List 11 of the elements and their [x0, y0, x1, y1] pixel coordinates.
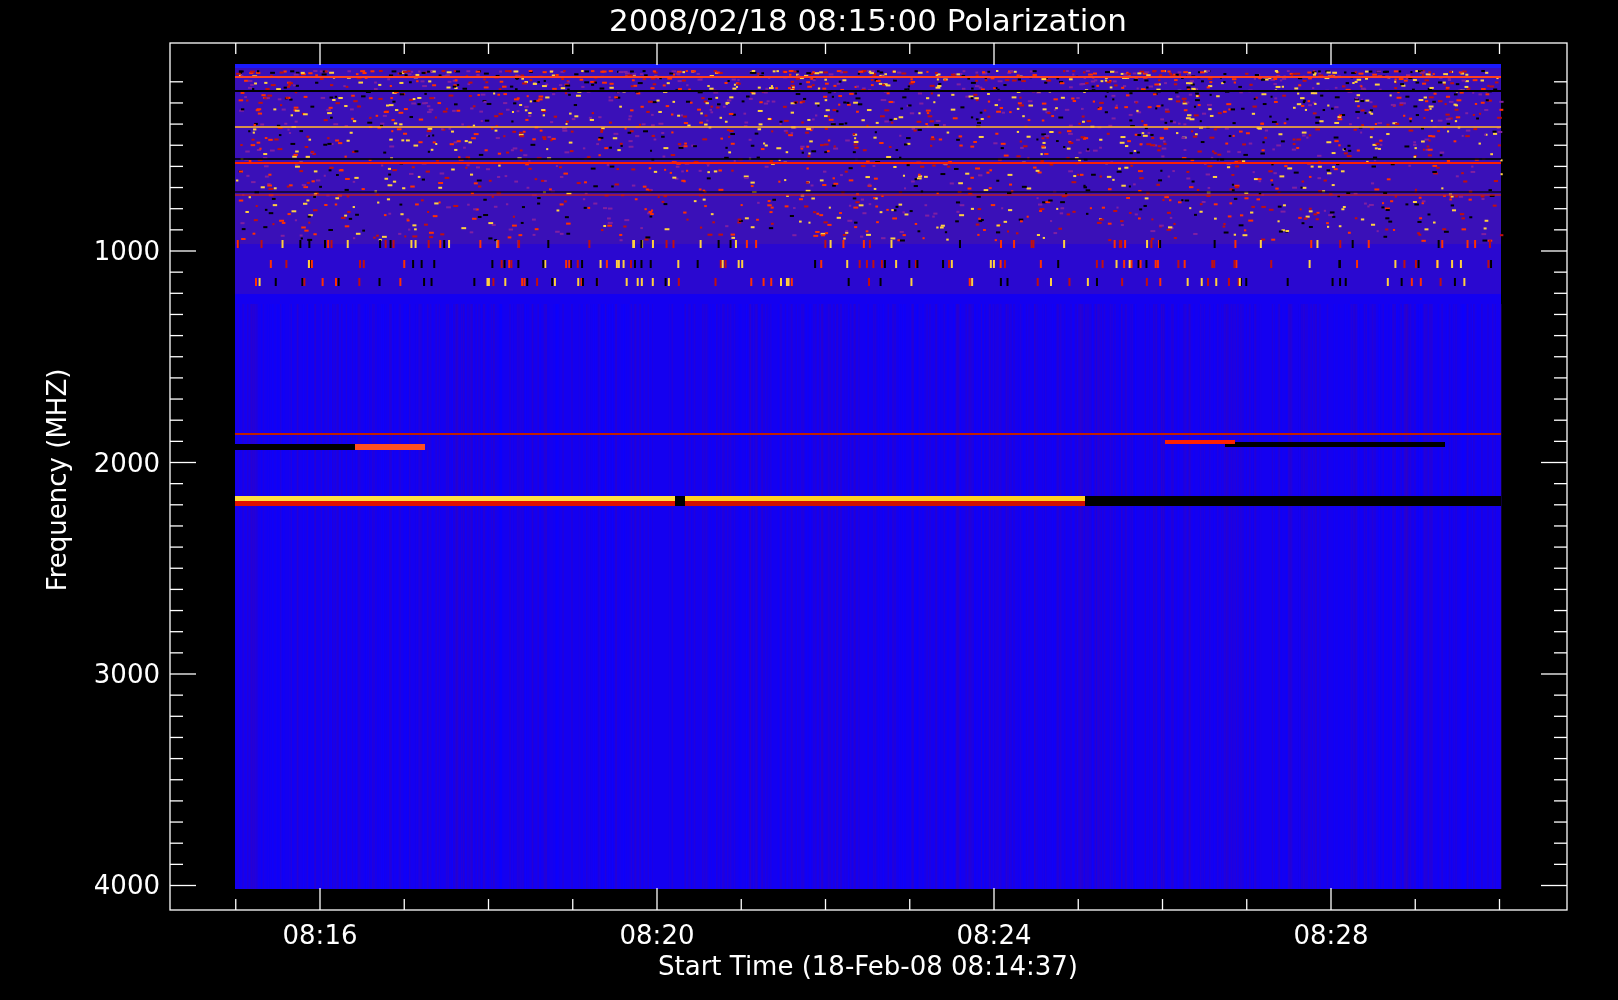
y-tick-label: 2000: [93, 448, 160, 478]
x-tick-label: 08:24: [956, 920, 1032, 950]
y-tick-label: 4000: [93, 870, 160, 900]
y-tick-label: 3000: [93, 659, 160, 689]
chart-title: 2008/02/18 08:15:00 Polarization: [609, 2, 1127, 38]
x-tick-label: 08:20: [619, 920, 695, 950]
y-tick-label: 1000: [93, 236, 160, 266]
x-tick-label: 08:28: [1293, 920, 1369, 950]
x-tick-label: 08:16: [282, 920, 358, 950]
x-axis-label: Start Time (18-Feb-08 08:14:37): [658, 951, 1078, 981]
y-axis-label: Frequency (MHZ): [42, 368, 72, 592]
